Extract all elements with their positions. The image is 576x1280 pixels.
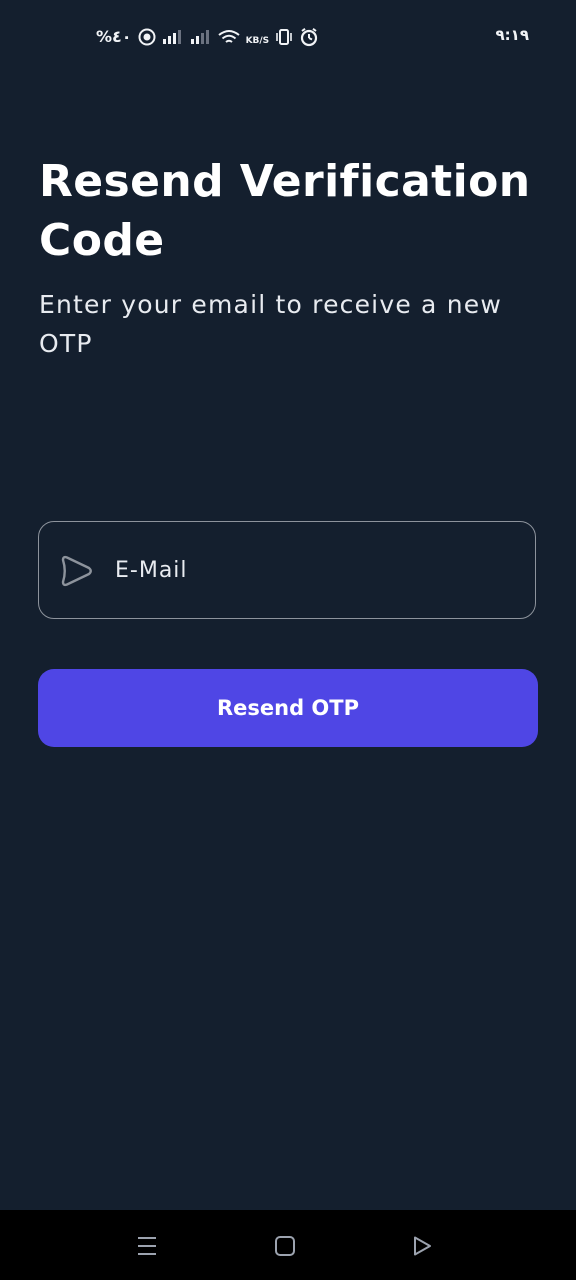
wifi-icon	[217, 29, 240, 45]
data-speed-unit: KB/S	[245, 35, 270, 46]
home-icon[interactable]	[271, 1232, 299, 1260]
menu-icon[interactable]	[133, 1232, 161, 1260]
resend-otp-button[interactable]: Resend OTP	[38, 669, 538, 747]
status-bar: %٤٠ KB/S ٩:١٩	[0, 0, 576, 72]
alarm-icon	[299, 27, 319, 47]
signal-icon	[190, 29, 212, 45]
navigation-bar	[0, 1210, 576, 1280]
email-input[interactable]	[115, 546, 515, 594]
status-icons: %٤٠ KB/S	[96, 25, 319, 49]
vibrate-icon	[275, 28, 293, 46]
play-arrow-icon	[59, 554, 93, 588]
battery-saver-icon	[138, 28, 156, 46]
battery-percentage: %٤٠	[96, 27, 132, 46]
back-icon[interactable]	[408, 1232, 436, 1260]
page-subtitle: Enter your email to receive a new OTP	[39, 290, 502, 358]
email-field[interactable]	[38, 521, 536, 619]
status-time: ٩:١٩	[495, 26, 529, 44]
signal-icon	[162, 29, 184, 45]
page-title: Resend Verification Code	[39, 156, 531, 266]
